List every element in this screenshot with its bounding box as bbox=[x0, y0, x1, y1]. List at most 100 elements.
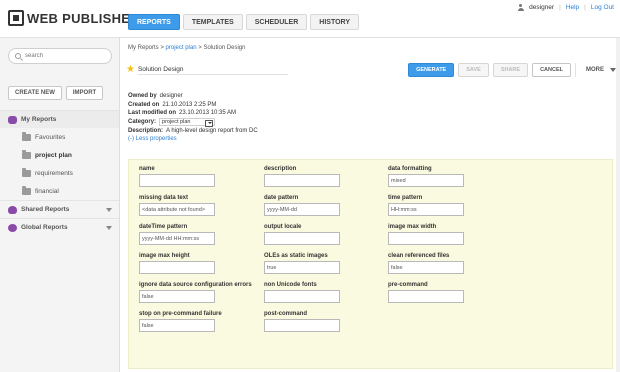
breadcrumb-root[interactable]: My Reports bbox=[128, 45, 159, 51]
property-input[interactable]: yyyy-MM-dd HH:mm:ss bbox=[139, 232, 215, 245]
tab-templates[interactable]: TEMPLATES bbox=[182, 14, 243, 30]
report-tree: My Reports Favourites project plan requi… bbox=[0, 110, 119, 236]
property-input[interactable] bbox=[139, 261, 215, 274]
import-button[interactable]: IMPORT bbox=[65, 86, 104, 100]
property-input[interactable]: true bbox=[264, 261, 340, 274]
sidebar-group-label: Global Reports bbox=[21, 224, 68, 231]
property-image-max-height: image max height bbox=[139, 252, 215, 274]
breadcrumb-separator: > bbox=[198, 45, 202, 51]
category-select[interactable]: project plan bbox=[159, 118, 216, 128]
breadcrumb: My Reports > project plan > Solution Des… bbox=[128, 45, 245, 51]
property-label: post-command bbox=[264, 311, 308, 317]
tab-reports[interactable]: REPORTS bbox=[128, 14, 180, 30]
property-pre-command: pre-command bbox=[388, 281, 464, 303]
globe-icon bbox=[8, 223, 17, 232]
property-label: output locale bbox=[264, 224, 302, 230]
tab-scheduler[interactable]: SCHEDULER bbox=[245, 14, 308, 30]
property-input[interactable] bbox=[264, 319, 340, 332]
sidebar-item-financial[interactable]: financial bbox=[0, 182, 119, 200]
main-content: My Reports > project plan > Solution Des… bbox=[120, 38, 620, 372]
property-time-pattern: time pattern HH:mm:ss bbox=[388, 194, 464, 216]
property-ignore-data-source-configuration-errors: ignore data source configuration errors f… bbox=[139, 281, 252, 303]
property-label: description bbox=[264, 166, 297, 172]
cancel-button[interactable]: CANCEL bbox=[532, 63, 571, 77]
property-input[interactable] bbox=[264, 232, 340, 245]
property-label: image max width bbox=[388, 224, 437, 230]
property-input[interactable]: false bbox=[139, 319, 215, 332]
folder-icon bbox=[22, 150, 31, 159]
property-label: clean referenced files bbox=[388, 253, 450, 259]
chevron-down-icon[interactable] bbox=[106, 208, 112, 212]
property-non-unicode-fonts: non Unicode fonts bbox=[264, 281, 340, 303]
save-button[interactable]: SAVE bbox=[458, 63, 489, 77]
last-modified-row: Last modified on 23.10.2013 10:35 AM bbox=[128, 109, 258, 118]
scrollbar[interactable] bbox=[616, 38, 620, 372]
property-label: pre-command bbox=[388, 282, 428, 288]
property-label: missing data text bbox=[139, 195, 189, 201]
property-label: dateTime pattern bbox=[139, 224, 188, 230]
created-on-row: Created on 21.10.2013 2:25 PM bbox=[128, 101, 258, 110]
tab-history[interactable]: HISTORY bbox=[310, 14, 360, 30]
sidebar-buttons: CREATE NEW IMPORT bbox=[8, 86, 104, 100]
property-input[interactable]: <data attribute not found> bbox=[139, 203, 215, 216]
property-input[interactable] bbox=[388, 290, 464, 303]
folder-icon bbox=[22, 168, 31, 177]
property-clean-referenced-files: clean referenced files false bbox=[388, 252, 464, 274]
property-datetime-pattern: dateTime pattern yyyy-MM-dd HH:mm:ss bbox=[139, 223, 215, 245]
breadcrumb-folder[interactable]: project plan bbox=[166, 45, 197, 51]
owned-by-label: Owned by bbox=[128, 93, 157, 100]
search-input[interactable] bbox=[25, 53, 110, 59]
chevron-down-icon bbox=[207, 122, 212, 125]
chevron-down-icon[interactable] bbox=[106, 226, 112, 230]
property-missing-data-text: missing data text <data attribute not fou… bbox=[139, 194, 215, 216]
property-label: date pattern bbox=[264, 195, 299, 201]
report-title-input[interactable] bbox=[137, 65, 288, 75]
share-button[interactable]: SHARE bbox=[492, 63, 529, 77]
property-name: name bbox=[139, 165, 215, 187]
property-input[interactable]: yyyy-MM-dd bbox=[264, 203, 340, 216]
property-input[interactable] bbox=[388, 232, 464, 245]
more-menu[interactable]: MORE bbox=[575, 63, 620, 77]
breadcrumb-current: Solution Design bbox=[203, 45, 246, 51]
property-image-max-width: image max width bbox=[388, 223, 464, 245]
sidebar-group-my-reports[interactable]: My Reports bbox=[0, 110, 119, 128]
property-input[interactable]: HH:mm:ss bbox=[388, 203, 464, 216]
sidebar-item-project-plan[interactable]: project plan bbox=[0, 146, 119, 164]
sidebar-item-requirements[interactable]: requirements bbox=[0, 164, 119, 182]
report-metadata: Owned by designer Created on 21.10.2013 … bbox=[128, 92, 258, 144]
sidebar-item-label: financial bbox=[35, 187, 59, 195]
sidebar-group-global-reports[interactable]: Global Reports bbox=[0, 218, 119, 236]
sidebar-group-shared-reports[interactable]: Shared Reports bbox=[0, 200, 119, 218]
description-value: A high-level design report from DC bbox=[166, 127, 258, 134]
sidebar-item-favourites[interactable]: Favourites bbox=[0, 128, 119, 146]
property-input[interactable] bbox=[264, 290, 340, 303]
property-input[interactable]: false bbox=[388, 261, 464, 274]
property-oles-as-static-images: OLEs as static images true bbox=[264, 252, 340, 274]
generate-button[interactable]: GENERATE bbox=[408, 63, 455, 77]
category-row: Category: project plan bbox=[128, 118, 258, 128]
last-modified-label: Last modified on bbox=[128, 110, 176, 117]
owned-by-value: designer bbox=[159, 93, 183, 100]
logo[interactable]: WEB PUBLISHER bbox=[8, 10, 140, 26]
less-properties-link[interactable]: (-) Less properties bbox=[128, 136, 177, 142]
help-link[interactable]: Help bbox=[566, 4, 579, 11]
description-row: Description: A high-level design report … bbox=[128, 126, 258, 135]
property-post-command: post-command bbox=[264, 310, 340, 332]
header: WEB PUBLISHER REPORTS TEMPLATES SCHEDULE… bbox=[0, 0, 620, 38]
property-label: time pattern bbox=[388, 195, 423, 201]
property-input[interactable]: false bbox=[139, 290, 215, 303]
property-stop-on-pre-command-failure: stop on pre-command failure false bbox=[139, 310, 222, 332]
star-icon[interactable]: ★ bbox=[126, 65, 135, 75]
property-input[interactable] bbox=[139, 174, 215, 187]
logout-link[interactable]: Log Out bbox=[591, 4, 614, 11]
property-input[interactable] bbox=[264, 174, 340, 187]
property-input[interactable]: mixed bbox=[388, 174, 464, 187]
logo-text: WEB PUBLISHER bbox=[27, 10, 140, 26]
create-new-button[interactable]: CREATE NEW bbox=[8, 86, 62, 100]
property-label: data formatting bbox=[388, 166, 432, 172]
property-date-pattern: date pattern yyyy-MM-dd bbox=[264, 194, 340, 216]
owned-by-row: Owned by designer bbox=[128, 92, 258, 101]
created-on-label: Created on bbox=[128, 101, 160, 108]
user-icon bbox=[517, 4, 524, 11]
property-description: description bbox=[264, 165, 340, 187]
